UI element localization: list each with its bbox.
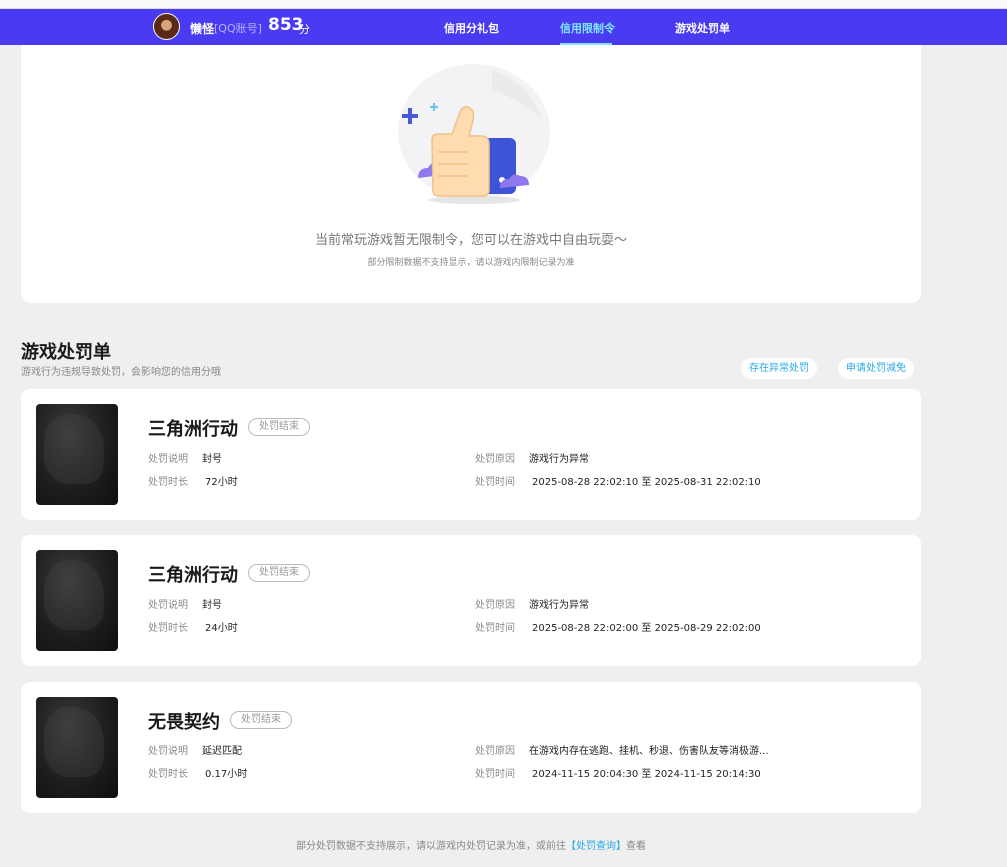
- reason-value: 游戏行为异常: [529, 600, 589, 611]
- reason-value: 在游戏内存在逃跑、挂机、秒退、伤害队友等消极游...: [529, 746, 769, 757]
- duration-value: 0.17小时: [205, 769, 248, 780]
- avatar[interactable]: [153, 13, 180, 40]
- game-thumbnail: [36, 697, 118, 798]
- thumbs-up-icon: [398, 64, 550, 204]
- desc-label: 处罚说明: [148, 454, 188, 465]
- apply-penalty-reduction-button[interactable]: 申请处罚减免: [838, 358, 914, 379]
- reason-value: 游戏行为异常: [529, 454, 589, 465]
- penalty-section-subtitle: 游戏行为违规导致处罚，会影响您的信用分哦: [21, 367, 221, 378]
- desc-label: 处罚说明: [148, 746, 188, 757]
- reason-label: 处罚原因: [475, 600, 515, 611]
- duration-label: 处罚时长: [148, 477, 188, 488]
- desc-value: 封号: [202, 454, 222, 465]
- desc-value: 延迟匹配: [202, 746, 242, 757]
- game-thumbnail: [36, 404, 118, 505]
- top-nav-bar: 懒怪 [QQ账号] 853 分 信用分礼包 信用限制令 游戏处罚单: [0, 9, 1007, 45]
- empty-restriction-message: 当前常玩游戏暂无限制令，您可以在游戏中自由玩耍～: [314, 233, 627, 248]
- empty-restriction-note: 部分限制数据不支持显示，请以游戏内限制记录为准: [367, 258, 575, 268]
- penalty-section-title: 游戏处罚单: [21, 342, 111, 363]
- tab-credit-restriction[interactable]: 信用限制令: [560, 20, 615, 36]
- status-badge: 处罚结束: [230, 711, 292, 729]
- penalty-record: 三角洲行动 处罚结束 处罚说明 封号 处罚时长 24小时 处罚原因 游戏行为异常…: [21, 535, 921, 666]
- status-badge: 处罚结束: [248, 418, 310, 436]
- credit-score-unit: 分: [299, 23, 310, 36]
- penalty-record: 无畏契约 处罚结束 处罚说明 延迟匹配 处罚时长 0.17小时 处罚原因 在游戏…: [21, 682, 921, 813]
- status-badge: 处罚结束: [248, 564, 310, 582]
- game-name: 三角洲行动: [148, 565, 238, 586]
- game-name: 无畏契约: [148, 712, 220, 733]
- game-name: 三角洲行动: [148, 419, 238, 440]
- username: 懒怪: [190, 22, 215, 36]
- time-label: 处罚时间: [475, 623, 515, 634]
- footer-note: 部分处罚数据不支持展示，请以游戏内处罚记录为准，或前往【处罚查询】查看: [0, 837, 942, 852]
- penalty-record: 三角洲行动 处罚结束 处罚说明 封号 处罚时长 72小时 处罚原因 游戏行为异常…: [21, 389, 921, 520]
- browser-top-strip: [0, 0, 1007, 9]
- duration-label: 处罚时长: [148, 769, 188, 780]
- tab-credit-gift[interactable]: 信用分礼包: [444, 20, 499, 36]
- game-thumbnail: [36, 550, 118, 651]
- footer-note-suffix: 查看: [626, 841, 646, 852]
- time-value: 2025-08-28 22:02:00 至 2025-08-29 22:02:0…: [532, 623, 761, 634]
- time-label: 处罚时间: [475, 477, 515, 488]
- time-label: 处罚时间: [475, 769, 515, 780]
- time-value: 2025-08-28 22:02:10 至 2025-08-31 22:02:1…: [532, 477, 761, 488]
- time-value: 2024-11-15 20:04:30 至 2024-11-15 20:14:3…: [532, 769, 761, 780]
- tab-game-penalty[interactable]: 游戏处罚单: [675, 20, 730, 36]
- reason-label: 处罚原因: [475, 454, 515, 465]
- penalty-query-link[interactable]: 【处罚查询】: [566, 841, 626, 852]
- desc-value: 封号: [202, 600, 222, 611]
- duration-value: 24小时: [205, 623, 238, 634]
- duration-label: 处罚时长: [148, 623, 188, 634]
- account-type-tag: [QQ账号]: [214, 22, 262, 35]
- duration-value: 72小时: [205, 477, 238, 488]
- reason-label: 处罚原因: [475, 746, 515, 757]
- desc-label: 处罚说明: [148, 600, 188, 611]
- footer-note-text: 部分处罚数据不支持展示，请以游戏内处罚记录为准，或前往: [296, 841, 566, 852]
- report-abnormal-penalty-button[interactable]: 存在异常处罚: [741, 358, 817, 379]
